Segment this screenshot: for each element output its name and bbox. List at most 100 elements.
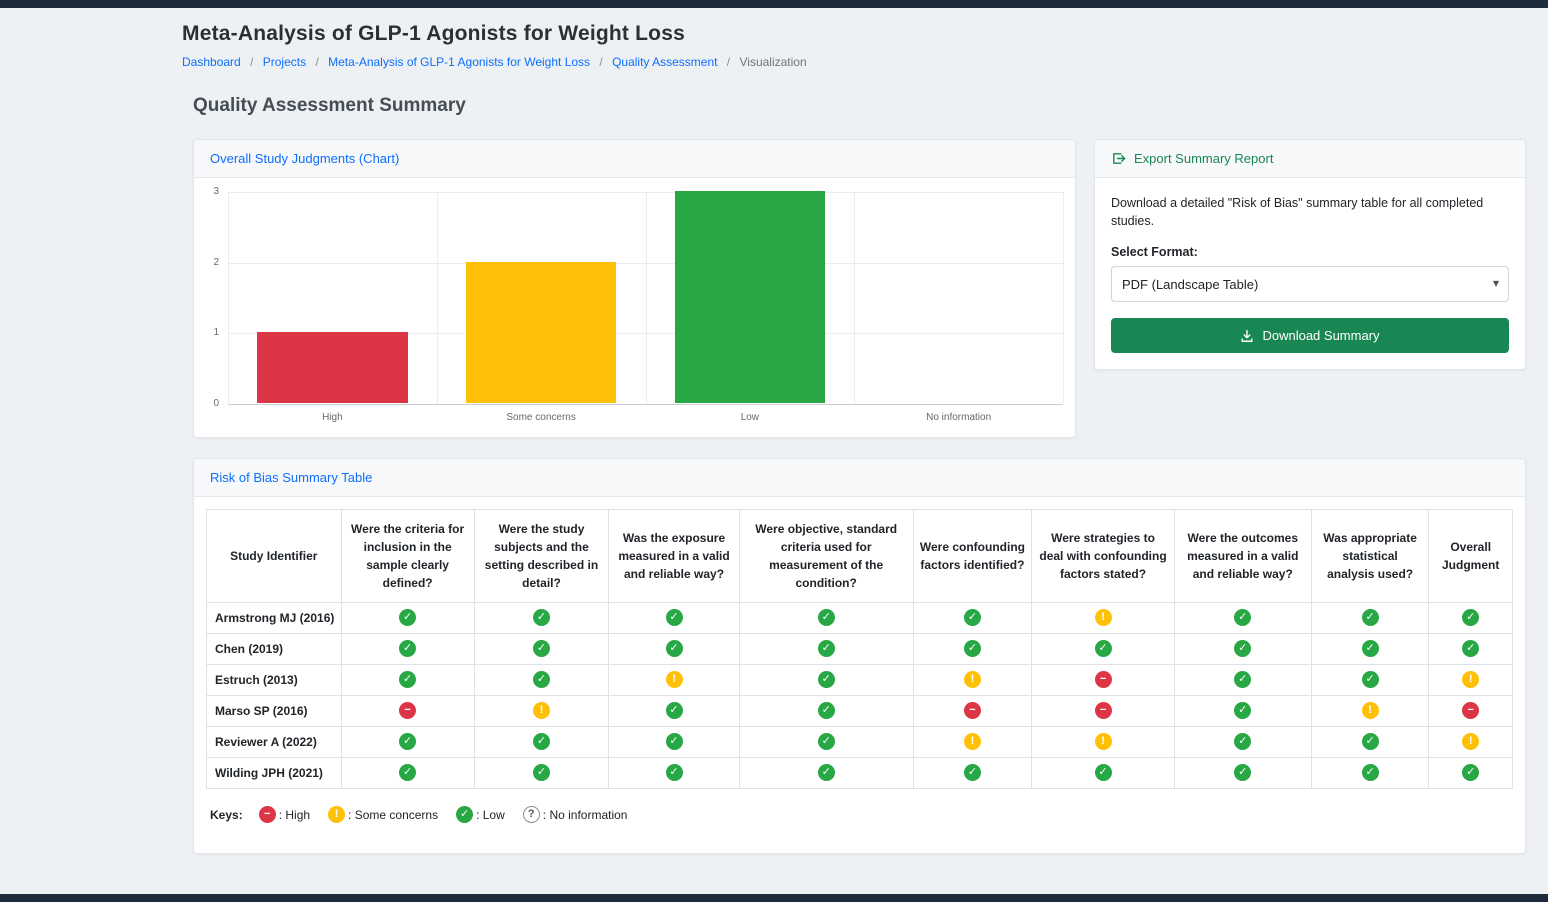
study-identifier: Marso SP (2016): [207, 696, 342, 727]
judgment-cell: ✓: [1311, 665, 1429, 696]
bar-slot: [646, 192, 855, 404]
judgment-cell: !: [474, 696, 609, 727]
judgment-icon-low: ✓: [1095, 764, 1112, 781]
judgment-cell: !: [609, 665, 740, 696]
download-summary-button[interactable]: Download Summary: [1111, 318, 1509, 353]
judgment-cell: ✓: [1311, 634, 1429, 665]
breadcrumb-link-dashboard[interactable]: Dashboard: [182, 55, 241, 69]
judgment-cell: ✓: [341, 727, 474, 758]
legend-item-label: : Low: [476, 808, 505, 822]
judgment-cell: !: [1429, 665, 1513, 696]
judgment-icon-low: ✓: [964, 764, 981, 781]
download-icon: [1240, 329, 1254, 343]
judgment-icon-high: −: [964, 702, 981, 719]
judgment-cell: ✓: [609, 696, 740, 727]
breadcrumb-link-projects[interactable]: Projects: [263, 55, 306, 69]
judgment-icon-low: ✓: [1462, 609, 1479, 626]
judgment-cell: ✓: [739, 758, 913, 789]
column-header: Were the outcomes measured in a valid an…: [1174, 510, 1311, 603]
judgment-icon-low: ✓: [1362, 764, 1379, 781]
legend: Keys: −: High!: Some concerns✓: Low?: No…: [206, 806, 1513, 823]
export-icon: [1111, 151, 1126, 166]
gridline: [1063, 192, 1064, 404]
judgment-icon-low: ✓: [1362, 609, 1379, 626]
judgment-icon-low: ✓: [533, 640, 550, 657]
judgment-cell: −: [913, 696, 1032, 727]
judgment-icon-low: ✓: [1095, 640, 1112, 657]
judgment-icon-some: !: [1462, 671, 1479, 688]
judgment-cell: ✓: [474, 634, 609, 665]
judgment-icon-low: ✓: [399, 609, 416, 626]
judgment-cell: ✓: [609, 758, 740, 789]
table-row: Armstrong MJ (2016)✓✓✓✓✓!✓✓✓: [207, 603, 1513, 634]
judgment-icon-low: ✓: [964, 609, 981, 626]
legend-item-low: ✓: Low: [456, 806, 505, 823]
judgment-icon-some: !: [328, 806, 345, 823]
study-identifier: Chen (2019): [207, 634, 342, 665]
judgment-cell: ✓: [739, 634, 913, 665]
judgment-cell: −: [1032, 696, 1174, 727]
judgment-icon-low: ✓: [399, 640, 416, 657]
judgment-cell: ✓: [913, 758, 1032, 789]
judgment-cell: ✓: [1311, 603, 1429, 634]
judgment-icon-some: !: [666, 671, 683, 688]
judgment-cell: ✓: [1429, 603, 1513, 634]
y-tick-label: 3: [213, 186, 219, 197]
legend-item-label: : No information: [543, 808, 628, 822]
judgment-cell: !: [1429, 727, 1513, 758]
legend-item-high: −: High: [259, 806, 310, 823]
risk-of-bias-card: Risk of Bias Summary Table Study Identif…: [193, 458, 1526, 854]
judgment-cell: ✓: [1429, 758, 1513, 789]
column-header: Overall Judgment: [1429, 510, 1513, 603]
judgment-cell: ✓: [739, 727, 913, 758]
judgment-icon-low: ✓: [666, 640, 683, 657]
main-row: Overall Study Judgments (Chart) 0123 Hig…: [193, 139, 1526, 438]
bar-slot: [437, 192, 646, 404]
export-card: Export Summary Report Download a detaile…: [1094, 139, 1526, 370]
judgment-cell: ✓: [341, 634, 474, 665]
judgment-icon-low: ✓: [1234, 733, 1251, 750]
legend-item-none: ?: No information: [523, 806, 628, 823]
judgment-cell: ✓: [913, 603, 1032, 634]
table-header-row: Study IdentifierWere the criteria for in…: [207, 510, 1513, 603]
bar-chart: 0123 HighSome concernsLowNo information: [194, 178, 1075, 437]
judgment-cell: !: [913, 665, 1032, 696]
export-card-title: Export Summary Report: [1134, 151, 1273, 166]
judgment-icon-low: ✓: [666, 609, 683, 626]
breadcrumb-link-project[interactable]: Meta-Analysis of GLP-1 Agonists for Weig…: [328, 55, 590, 69]
judgment-icon-high: −: [1095, 671, 1112, 688]
judgment-icon-high: −: [399, 702, 416, 719]
column-study-identifier: Study Identifier: [207, 510, 342, 603]
judgment-icon-none: ?: [523, 806, 540, 823]
breadcrumb-separator: /: [599, 55, 602, 69]
judgment-icon-low: ✓: [533, 609, 550, 626]
judgment-cell: ✓: [609, 603, 740, 634]
breadcrumb-current: Visualization: [739, 55, 806, 69]
judgment-cell: ✓: [609, 727, 740, 758]
bar-slot: [854, 192, 1063, 404]
risk-of-bias-table: Study IdentifierWere the criteria for in…: [206, 509, 1513, 789]
breadcrumb-link-quality-assessment[interactable]: Quality Assessment: [612, 55, 717, 69]
gridline: [228, 404, 1063, 405]
study-identifier: Wilding JPH (2021): [207, 758, 342, 789]
export-description: Download a detailed "Risk of Bias" summa…: [1111, 194, 1509, 230]
judgment-cell: ✓: [739, 603, 913, 634]
table-row: Reviewer A (2022)✓✓✓✓!!✓✓!: [207, 727, 1513, 758]
legend-label: Keys:: [210, 808, 243, 822]
judgment-icon-low: ✓: [533, 671, 550, 688]
judgment-cell: ✓: [1311, 727, 1429, 758]
judgment-cell: !: [913, 727, 1032, 758]
judgment-icon-low: ✓: [666, 702, 683, 719]
section-heading: Quality Assessment Summary: [193, 95, 1526, 117]
judgment-cell: ✓: [341, 665, 474, 696]
judgment-cell: ✓: [474, 603, 609, 634]
judgment-cell: ✓: [609, 634, 740, 665]
judgment-icon-low: ✓: [1462, 640, 1479, 657]
chart-x-axis: HighSome concernsLowNo information: [228, 404, 1063, 423]
judgment-icon-low: ✓: [456, 806, 473, 823]
chart-plot-area: [228, 192, 1063, 404]
study-identifier: Armstrong MJ (2016): [207, 603, 342, 634]
judgment-icon-low: ✓: [964, 640, 981, 657]
column-header: Was the exposure measured in a valid and…: [609, 510, 740, 603]
format-select[interactable]: PDF (Landscape Table): [1111, 266, 1509, 302]
